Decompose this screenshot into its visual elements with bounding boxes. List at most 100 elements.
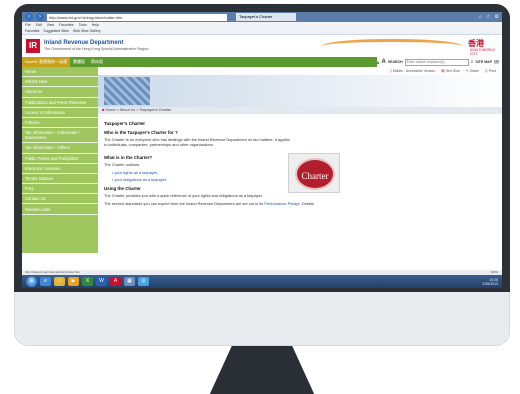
ie-icon[interactable]: e (40, 277, 51, 286)
mobile-icon: ▯ (389, 69, 392, 73)
text-size-icon: ▤ (441, 69, 445, 73)
charter-badge: Charter (288, 153, 340, 193)
para-service-text: The service standards you can expect fro… (104, 201, 264, 206)
lang-simplified-link[interactable]: 简体版 (88, 57, 106, 67)
breadcrumb-current: Taxpayer's Charter (139, 108, 172, 112)
star-icon[interactable]: ☆ (486, 14, 490, 20)
sidebar-item-contact[interactable]: Contact Us (22, 194, 98, 205)
ird-logo[interactable]: IR (26, 39, 40, 53)
sidebar-item-home[interactable]: Home (22, 67, 98, 78)
mail-icon[interactable]: ✉ (494, 59, 499, 66)
para-service: The service standards you can expect fro… (104, 201, 496, 206)
tray-date[interactable]: 2/28/2013 (482, 282, 498, 286)
gear-icon[interactable]: ⚙ (495, 14, 499, 20)
media-icon[interactable]: ▶ (68, 277, 79, 286)
text-size-label: Text Size (445, 69, 460, 73)
para-who: The Charter is for everyone who has deal… (104, 137, 291, 147)
fav-suggested[interactable]: Suggested Sites (43, 29, 69, 33)
sidebar-item-eservices[interactable]: Electronic Services (22, 164, 98, 174)
share-link[interactable]: ✎ Share (466, 69, 479, 73)
browser-titlebar: ‹ › http://www.ird.gov.hk/eng/abo/charte… (22, 12, 502, 22)
para-using: The Charter provides you with a quick re… (104, 193, 263, 198)
font-large-button[interactable]: A (382, 59, 386, 65)
menu-tools[interactable]: Tools (79, 23, 87, 27)
forward-icon[interactable]: › (36, 13, 44, 21)
dept-name: Inland Revenue Department (44, 40, 124, 46)
home-icon[interactable]: ⌂ (479, 14, 482, 20)
search-icon[interactable]: ⌕ (471, 59, 474, 65)
print-link[interactable]: ⎙ Print (485, 69, 496, 73)
text-size-link[interactable]: ▤ Text Size (441, 69, 459, 73)
sidebar-item-faq[interactable]: FAQ (22, 184, 98, 195)
mobile-label: Mobile - Accessible Version (392, 69, 436, 73)
breadcrumb-home[interactable]: Home (105, 108, 115, 112)
search-input[interactable] (404, 58, 469, 66)
word-icon[interactable]: W (96, 277, 107, 286)
para-service-end: . Details (299, 201, 314, 206)
menu-view[interactable]: View (47, 23, 55, 27)
monitor-chin (14, 292, 510, 346)
monitor-stand (208, 346, 316, 394)
favorites-bar: Favorites Suggested Sites Web Slice Gall… (22, 28, 502, 35)
sidebar-item-tender[interactable]: Tender Notices (22, 174, 98, 185)
lang-traditional-link[interactable]: 繁體版 (70, 57, 88, 67)
govhk-link[interactable]: GovHK 香港政府一站通 (22, 57, 71, 67)
window-controls: ⌂ ☆ ⚙ (479, 14, 499, 20)
start-button[interactable]: ⊞ (26, 276, 37, 287)
fav-favorites[interactable]: Favorites (25, 29, 39, 33)
search-toolbar: A A SEARCH ⌕ SITE MAP ✉ (376, 57, 502, 67)
menu-file[interactable]: File (25, 23, 31, 27)
brand-hk-tagline: ASIA'S WORLD CITY (470, 48, 495, 56)
excel-icon[interactable]: X (82, 277, 93, 286)
share-label: Share (469, 69, 479, 73)
menu-favorites[interactable]: Favorites (59, 23, 73, 27)
browser-icon[interactable]: ◎ (138, 277, 149, 286)
menu-help[interactable]: Help (92, 23, 99, 27)
font-small-button[interactable]: A (377, 60, 380, 65)
sidebar-item-about-us[interactable]: About Us (22, 87, 98, 98)
monitor: ‹ › http://www.ird.gov.hk/eng/abo/charte… (14, 4, 510, 394)
banner-building-image (104, 77, 150, 105)
sidebar-item-whats-new[interactable]: What's New (22, 77, 98, 88)
share-icon: ✎ (465, 69, 469, 73)
breadcrumb: ■ Home > About Us > Taxpayer's Charter (98, 107, 502, 114)
mobile-version-link[interactable]: ▯ Mobile - Accessible Version (390, 69, 436, 73)
utility-links: ▯ Mobile - Accessible Version ▤ Text Siz… (98, 67, 502, 75)
dept-subtitle: The Government of the Hong Kong Special … (44, 47, 149, 51)
main-content: ▯ Mobile - Accessible Version ▤ Text Siz… (98, 67, 502, 253)
print-icon: ⎙ (485, 69, 488, 73)
breadcrumb-about[interactable]: About Us (120, 108, 136, 112)
address-bar[interactable]: http://www.ird.gov.hk/eng/abo/charter.ht… (47, 13, 227, 21)
sidebar-item-policies[interactable]: Policies (22, 118, 98, 129)
performance-pledge-link[interactable]: Performance Pledge (264, 201, 299, 206)
explorer-icon[interactable]: ▦ (124, 277, 135, 286)
page-title: Taxpayer's Charter (104, 121, 146, 126)
back-icon[interactable]: ‹ (25, 13, 33, 21)
sitemap-link[interactable]: SITE MAP (475, 60, 492, 64)
top-nav-bar: GovHK 香港政府一站通 繁體版 简体版 A A SEARCH ⌕ SITE … (22, 57, 502, 67)
sidebar: Home What's New About Us Publications an… (22, 67, 98, 253)
search-label: SEARCH (387, 60, 403, 64)
sidebar-item-tax-others[interactable]: Tax Information - Others (22, 143, 98, 154)
sidebar-item-related-links[interactable]: Related Links (22, 204, 98, 215)
print-label: Print (488, 69, 496, 73)
heading-who: Who is the Taxpayer's Charter for ? (104, 130, 178, 135)
pdf-icon[interactable]: A (110, 277, 121, 286)
sidebar-item-tax-individuals[interactable]: Tax Information - Individuals / Business… (22, 128, 98, 144)
home-icon: ■ (102, 108, 105, 112)
folder-icon[interactable]: ▭ (54, 277, 65, 286)
sidebar-item-forms[interactable]: Public Forms and Pamphlets (22, 154, 98, 164)
menu-edit[interactable]: Edit (36, 23, 42, 27)
charter-logo: Charter (295, 158, 335, 190)
fav-webslice[interactable]: Web Slice Gallery (73, 29, 101, 33)
system-tray: 10:26 2/28/2013 (482, 278, 502, 286)
sidebar-item-publications[interactable]: Publications and Press Releases (22, 98, 98, 108)
sidebar-item-access-info[interactable]: Access to Information (22, 108, 98, 118)
site-header: IR Inland Revenue Department The Governm… (22, 35, 502, 57)
status-url: http://www.ird.gov.hk/eng/abo/charter.ht… (25, 270, 80, 274)
content-area: Home What's New About Us Publications an… (22, 67, 502, 253)
brand-swoosh (322, 39, 462, 53)
browser-tab[interactable]: Taxpayer's Charter (236, 13, 296, 21)
screen: ‹ › http://www.ird.gov.hk/eng/abo/charte… (22, 12, 502, 288)
taskbar: ⊞ e ▭ ▶ X W A ▦ ◎ 10:26 2/28/2013 (22, 275, 502, 288)
